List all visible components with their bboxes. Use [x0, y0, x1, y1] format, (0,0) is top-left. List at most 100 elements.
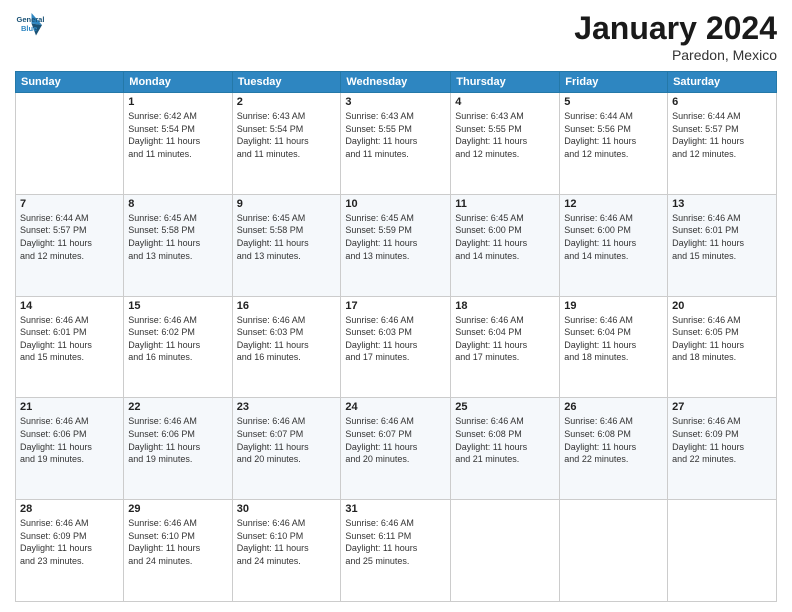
day-info: Sunrise: 6:46 AM Sunset: 6:01 PM Dayligh…	[672, 212, 772, 262]
day-number: 23	[237, 401, 337, 413]
day-info: Sunrise: 6:46 AM Sunset: 6:06 PM Dayligh…	[128, 415, 227, 465]
day-number: 22	[128, 401, 227, 413]
day-info: Sunrise: 6:46 AM Sunset: 6:08 PM Dayligh…	[455, 415, 555, 465]
calendar-cell: 15 Sunrise: 6:46 AM Sunset: 6:02 PM Dayli…	[124, 296, 232, 398]
svg-text:General: General	[17, 15, 45, 24]
page: General Blue January 2024 Paredon, Mexic…	[0, 0, 792, 612]
calendar-cell: 20 Sunrise: 6:46 AM Sunset: 6:05 PM Dayli…	[668, 296, 777, 398]
calendar-table: SundayMondayTuesdayWednesdayThursdayFrid…	[15, 71, 777, 602]
calendar-cell: 27 Sunrise: 6:46 AM Sunset: 6:09 PM Dayli…	[668, 398, 777, 500]
calendar-cell	[451, 500, 560, 602]
day-number: 16	[237, 300, 337, 312]
calendar-cell: 10 Sunrise: 6:45 AM Sunset: 5:59 PM Dayli…	[341, 194, 451, 296]
header-day-tuesday: Tuesday	[232, 72, 341, 93]
calendar-cell: 12 Sunrise: 6:46 AM Sunset: 6:00 PM Dayli…	[560, 194, 668, 296]
day-info: Sunrise: 6:46 AM Sunset: 6:01 PM Dayligh…	[20, 314, 119, 364]
calendar-cell: 22 Sunrise: 6:46 AM Sunset: 6:06 PM Dayli…	[124, 398, 232, 500]
calendar-cell: 5 Sunrise: 6:44 AM Sunset: 5:56 PM Daylig…	[560, 93, 668, 195]
calendar-cell: 1 Sunrise: 6:42 AM Sunset: 5:54 PM Daylig…	[124, 93, 232, 195]
calendar-cell: 6 Sunrise: 6:44 AM Sunset: 5:57 PM Daylig…	[668, 93, 777, 195]
calendar-header-row: SundayMondayTuesdayWednesdayThursdayFrid…	[16, 72, 777, 93]
day-number: 15	[128, 300, 227, 312]
day-info: Sunrise: 6:46 AM Sunset: 6:09 PM Dayligh…	[20, 517, 119, 567]
day-number: 21	[20, 401, 119, 413]
title-block: January 2024 Paredon, Mexico	[574, 10, 777, 63]
day-info: Sunrise: 6:46 AM Sunset: 6:05 PM Dayligh…	[672, 314, 772, 364]
header-day-sunday: Sunday	[16, 72, 124, 93]
calendar-week-5: 28Sunrise: 6:46 AM Sunset: 6:09 PM Dayli…	[16, 500, 777, 602]
calendar-cell: 16Sunrise: 6:46 AM Sunset: 6:03 PM Dayli…	[232, 296, 341, 398]
day-info: Sunrise: 6:46 AM Sunset: 6:09 PM Dayligh…	[672, 415, 772, 465]
day-number: 3	[345, 96, 446, 108]
day-number: 2	[237, 96, 337, 108]
calendar-cell: 29Sunrise: 6:46 AM Sunset: 6:10 PM Dayli…	[124, 500, 232, 602]
day-info: Sunrise: 6:46 AM Sunset: 6:03 PM Dayligh…	[345, 314, 446, 364]
svg-text:Blue: Blue	[21, 24, 37, 33]
subtitle: Paredon, Mexico	[574, 47, 777, 63]
calendar-cell: 21 Sunrise: 6:46 AM Sunset: 6:06 PM Dayli…	[16, 398, 124, 500]
calendar-cell: 7 Sunrise: 6:44 AM Sunset: 5:57 PM Daylig…	[16, 194, 124, 296]
day-number: 12	[564, 198, 663, 210]
calendar-cell: 8Sunrise: 6:45 AM Sunset: 5:58 PM Daylig…	[124, 194, 232, 296]
day-number: 27	[672, 401, 772, 413]
day-number: 6	[672, 96, 772, 108]
calendar-cell: 17Sunrise: 6:46 AM Sunset: 6:03 PM Dayli…	[341, 296, 451, 398]
day-number: 7	[20, 198, 119, 210]
calendar-week-4: 21 Sunrise: 6:46 AM Sunset: 6:06 PM Dayli…	[16, 398, 777, 500]
day-number: 1	[128, 96, 227, 108]
day-info: Sunrise: 6:42 AM Sunset: 5:54 PM Dayligh…	[128, 110, 227, 160]
calendar-week-3: 14 Sunrise: 6:46 AM Sunset: 6:01 PM Dayli…	[16, 296, 777, 398]
calendar-week-1: 1 Sunrise: 6:42 AM Sunset: 5:54 PM Daylig…	[16, 93, 777, 195]
day-info: Sunrise: 6:43 AM Sunset: 5:54 PM Dayligh…	[237, 110, 337, 160]
day-info: Sunrise: 6:45 AM Sunset: 5:58 PM Dayligh…	[237, 212, 337, 262]
calendar-cell: 2 Sunrise: 6:43 AM Sunset: 5:54 PM Daylig…	[232, 93, 341, 195]
day-info: Sunrise: 6:45 AM Sunset: 5:59 PM Dayligh…	[345, 212, 446, 262]
day-info: Sunrise: 6:44 AM Sunset: 5:57 PM Dayligh…	[20, 212, 119, 262]
header-day-thursday: Thursday	[451, 72, 560, 93]
day-info: Sunrise: 6:46 AM Sunset: 6:10 PM Dayligh…	[237, 517, 337, 567]
header: General Blue January 2024 Paredon, Mexic…	[15, 10, 777, 63]
calendar-cell: 30Sunrise: 6:46 AM Sunset: 6:10 PM Dayli…	[232, 500, 341, 602]
day-number: 25	[455, 401, 555, 413]
day-info: Sunrise: 6:43 AM Sunset: 5:55 PM Dayligh…	[455, 110, 555, 160]
day-info: Sunrise: 6:46 AM Sunset: 6:06 PM Dayligh…	[20, 415, 119, 465]
calendar-cell: 4 Sunrise: 6:43 AM Sunset: 5:55 PM Daylig…	[451, 93, 560, 195]
day-info: Sunrise: 6:44 AM Sunset: 5:57 PM Dayligh…	[672, 110, 772, 160]
calendar-cell: 3 Sunrise: 6:43 AM Sunset: 5:55 PM Daylig…	[341, 93, 451, 195]
day-info: Sunrise: 6:46 AM Sunset: 6:02 PM Dayligh…	[128, 314, 227, 364]
calendar-cell: 13Sunrise: 6:46 AM Sunset: 6:01 PM Dayli…	[668, 194, 777, 296]
day-number: 31	[345, 503, 446, 515]
day-number: 4	[455, 96, 555, 108]
day-info: Sunrise: 6:46 AM Sunset: 6:07 PM Dayligh…	[237, 415, 337, 465]
day-number: 29	[128, 503, 227, 515]
day-number: 26	[564, 401, 663, 413]
day-number: 18	[455, 300, 555, 312]
day-info: Sunrise: 6:45 AM Sunset: 6:00 PM Dayligh…	[455, 212, 555, 262]
main-title: January 2024	[574, 10, 777, 47]
day-number: 20	[672, 300, 772, 312]
day-number: 11	[455, 198, 555, 210]
logo: General Blue	[15, 10, 45, 40]
header-day-monday: Monday	[124, 72, 232, 93]
calendar-cell: 14 Sunrise: 6:46 AM Sunset: 6:01 PM Dayli…	[16, 296, 124, 398]
day-info: Sunrise: 6:46 AM Sunset: 6:00 PM Dayligh…	[564, 212, 663, 262]
calendar-cell: 24Sunrise: 6:46 AM Sunset: 6:07 PM Dayli…	[341, 398, 451, 500]
day-number: 10	[345, 198, 446, 210]
calendar-week-2: 7 Sunrise: 6:44 AM Sunset: 5:57 PM Daylig…	[16, 194, 777, 296]
calendar-cell: 31 Sunrise: 6:46 AM Sunset: 6:11 PM Dayli…	[341, 500, 451, 602]
day-number: 14	[20, 300, 119, 312]
day-info: Sunrise: 6:44 AM Sunset: 5:56 PM Dayligh…	[564, 110, 663, 160]
calendar-cell: 23 Sunrise: 6:46 AM Sunset: 6:07 PM Dayli…	[232, 398, 341, 500]
day-info: Sunrise: 6:46 AM Sunset: 6:08 PM Dayligh…	[564, 415, 663, 465]
calendar-cell: 26 Sunrise: 6:46 AM Sunset: 6:08 PM Dayli…	[560, 398, 668, 500]
logo-icon: General Blue	[15, 10, 45, 40]
day-info: Sunrise: 6:45 AM Sunset: 5:58 PM Dayligh…	[128, 212, 227, 262]
day-info: Sunrise: 6:46 AM Sunset: 6:04 PM Dayligh…	[455, 314, 555, 364]
calendar-cell	[16, 93, 124, 195]
calendar-cell: 19Sunrise: 6:46 AM Sunset: 6:04 PM Dayli…	[560, 296, 668, 398]
day-info: Sunrise: 6:46 AM Sunset: 6:11 PM Dayligh…	[345, 517, 446, 567]
day-info: Sunrise: 6:46 AM Sunset: 6:04 PM Dayligh…	[564, 314, 663, 364]
day-number: 5	[564, 96, 663, 108]
day-info: Sunrise: 6:43 AM Sunset: 5:55 PM Dayligh…	[345, 110, 446, 160]
header-day-wednesday: Wednesday	[341, 72, 451, 93]
